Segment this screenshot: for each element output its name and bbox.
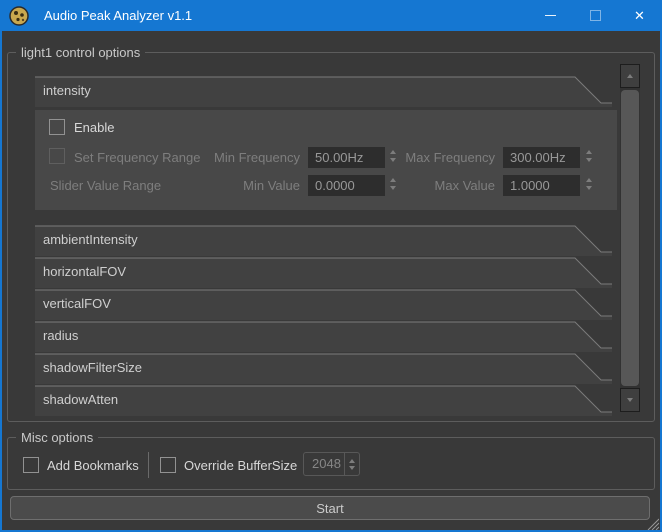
scroll-down-icon: [627, 398, 633, 402]
maximize-icon: [590, 10, 601, 21]
rollout-header-horizontalfov[interactable]: horizontalFOV: [35, 257, 612, 289]
misc-separator: [148, 452, 149, 478]
minimize-icon: [545, 15, 556, 16]
buffer-size-value: 2048: [304, 453, 344, 475]
scrollbar-down-button[interactable]: [620, 388, 640, 412]
max-value-spinner-icons[interactable]: [586, 178, 592, 190]
start-button[interactable]: Start: [10, 496, 650, 520]
rollout-label: shadowAtten: [43, 385, 118, 415]
rollout-header-radius[interactable]: radius: [35, 321, 612, 353]
spin-down-icon: [586, 158, 592, 162]
rollout-label: intensity: [43, 76, 91, 106]
max-frequency-label: Max Frequency: [395, 150, 495, 165]
set-frequency-range-label: Set Frequency Range: [74, 150, 200, 165]
enable-label: Enable: [74, 120, 114, 135]
start-button-label: Start: [316, 501, 343, 516]
rollout-label: ambientIntensity: [43, 225, 138, 255]
rollout-label: verticalFOV: [43, 289, 111, 319]
max-value-label: Max Value: [395, 178, 495, 193]
resize-grip[interactable]: [646, 517, 659, 530]
close-icon: ✕: [634, 9, 645, 22]
rollout-header-shadowfiltersize[interactable]: shadowFilterSize: [35, 353, 612, 385]
rollout-label: radius: [43, 321, 78, 351]
rollout-header-verticalfov[interactable]: verticalFOV: [35, 289, 612, 321]
light-control-group-label: light1 control options: [16, 45, 145, 60]
rollout-label: shadowFilterSize: [43, 353, 142, 383]
minimize-button[interactable]: [528, 0, 573, 31]
app-cookie-icon[interactable]: [9, 6, 29, 26]
rollout-header-shadowatten[interactable]: shadowAtten: [35, 385, 612, 417]
enable-checkbox[interactable]: [49, 119, 65, 135]
add-bookmarks-label: Add Bookmarks: [47, 458, 139, 473]
spin-up-icon: [586, 178, 592, 182]
spin-up-icon: [349, 459, 355, 463]
buffer-size-spinbox[interactable]: 2048: [303, 452, 360, 476]
maximize-button[interactable]: [573, 0, 618, 31]
min-value-spinbox[interactable]: 0.0000: [308, 175, 385, 196]
rollout-header-intensity[interactable]: intensity: [35, 76, 612, 108]
buffer-size-spinner-icons[interactable]: [344, 453, 359, 475]
max-frequency-spinbox[interactable]: 300.00Hz: [503, 147, 580, 168]
min-value-label: Min Value: [200, 178, 300, 193]
misc-options-group-label: Misc options: [16, 430, 98, 445]
rollout-label: horizontalFOV: [43, 257, 126, 287]
max-value-spinbox[interactable]: 1.0000: [503, 175, 580, 196]
window-border-left: [0, 0, 2, 532]
min-frequency-label: Min Frequency: [200, 150, 300, 165]
app-window: Audio Peak Analyzer v1.1 ✕ light1 contro…: [0, 0, 662, 532]
set-frequency-range-checkbox[interactable]: [49, 148, 65, 164]
window-title: Audio Peak Analyzer v1.1: [44, 8, 192, 23]
scroll-up-icon: [627, 74, 633, 78]
rollout-tab-shape: [35, 385, 612, 417]
rollout-tab-shape: [35, 321, 612, 353]
slider-value-range-label: Slider Value Range: [50, 178, 161, 193]
add-bookmarks-checkbox[interactable]: [23, 457, 39, 473]
intensity-panel: Enable Set Frequency Range Min Frequency…: [35, 110, 617, 210]
rollout-header-ambientintensity[interactable]: ambientIntensity: [35, 225, 612, 257]
max-frequency-spinner-icons[interactable]: [586, 150, 592, 162]
close-button[interactable]: ✕: [617, 0, 662, 31]
override-buffersize-checkbox[interactable]: [160, 457, 176, 473]
min-frequency-spinbox[interactable]: 50.00Hz: [308, 147, 385, 168]
rollout-tab-shape: [35, 76, 612, 108]
override-buffersize-label: Override BufferSize: [184, 458, 297, 473]
scrollbar-up-button[interactable]: [620, 64, 640, 88]
scrollbar-thumb[interactable]: [621, 90, 639, 386]
spin-up-icon: [586, 150, 592, 154]
rollout-tab-shape: [35, 289, 612, 321]
spin-down-icon: [349, 466, 355, 470]
spin-down-icon: [586, 186, 592, 190]
